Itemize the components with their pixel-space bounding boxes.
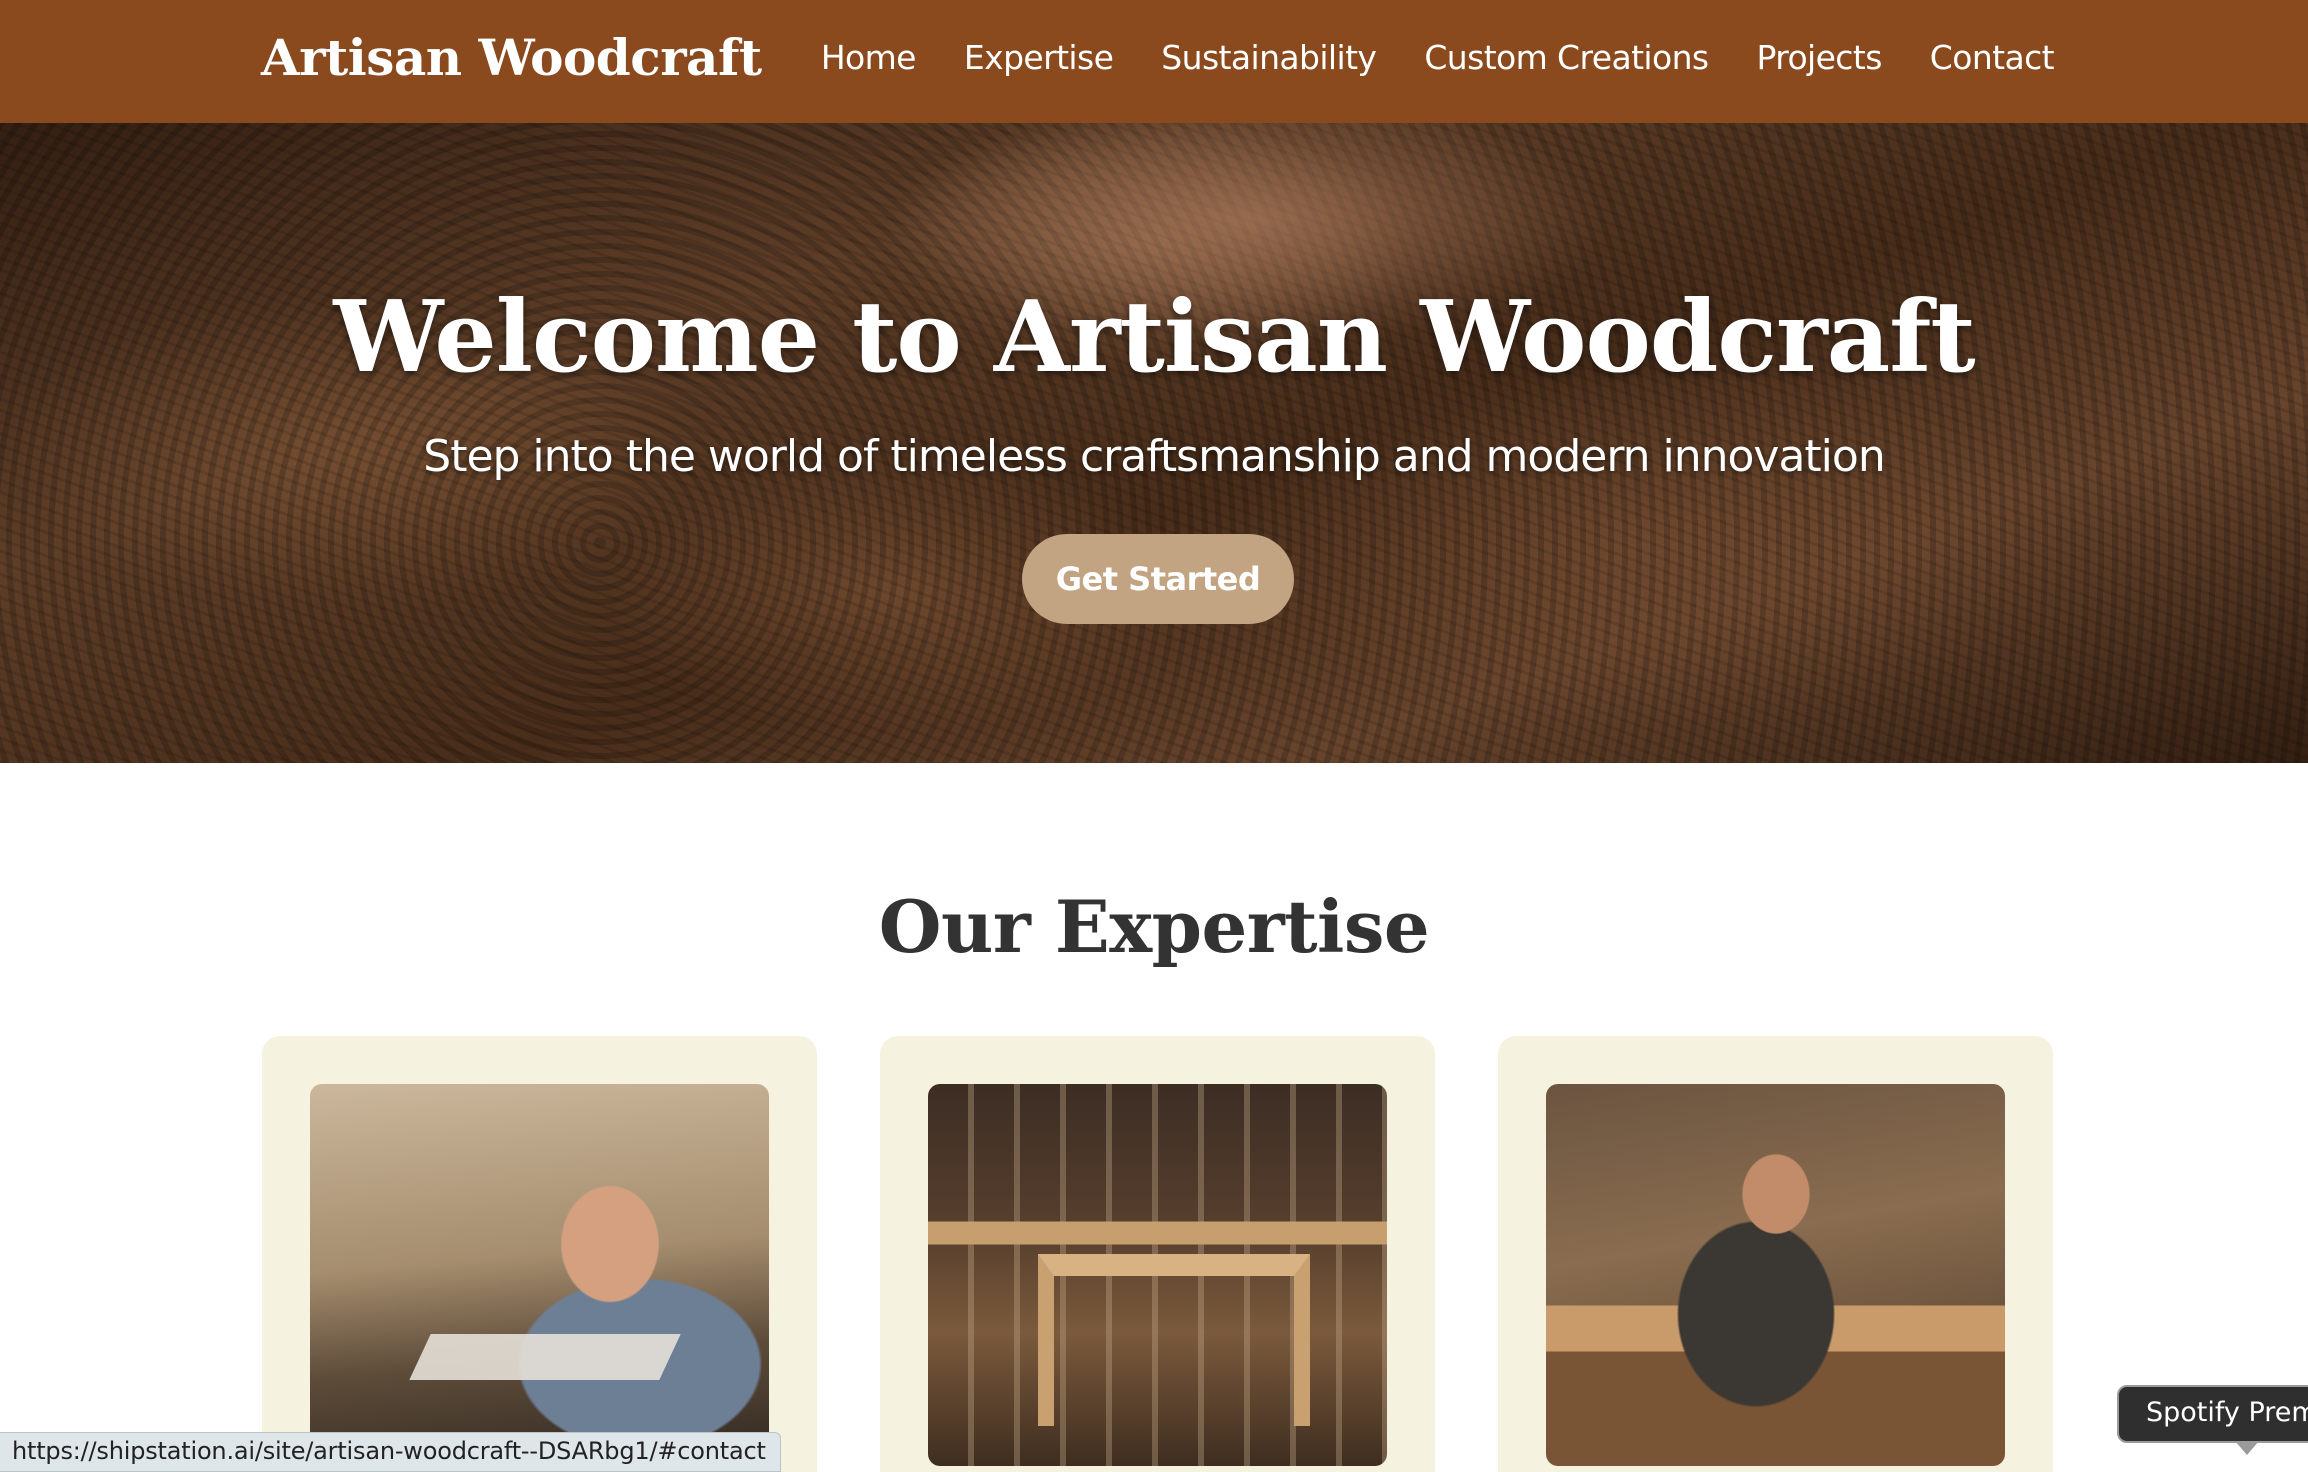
- spotify-tooltip: Spotify Premium: [2117, 1385, 2308, 1443]
- nav-list: Home Expertise Sustainability Custom Cre…: [821, 38, 2055, 77]
- nav-item-sustainability: Sustainability: [1161, 38, 1377, 77]
- nav-link-projects[interactable]: Projects: [1756, 38, 1882, 77]
- status-bar-url: https://shipstation.ai/site/artisan-wood…: [0, 1432, 781, 1472]
- site-logo[interactable]: Artisan Woodcraft: [261, 28, 762, 87]
- nav-link-expertise[interactable]: Expertise: [964, 38, 1114, 77]
- nav-item-contact: Contact: [1930, 38, 2055, 77]
- nav-item-projects: Projects: [1756, 38, 1882, 77]
- nav-link-contact[interactable]: Contact: [1930, 38, 2055, 77]
- expertise-title: Our Expertise: [878, 884, 1430, 969]
- site-header: Artisan Woodcraft Home Expertise Sustain…: [0, 0, 2308, 123]
- nav-link-home[interactable]: Home: [821, 38, 917, 77]
- woodworker-at-bench-image: [1546, 1084, 2005, 1466]
- expertise-card[interactable]: [880, 1036, 1435, 1472]
- nav-link-sustainability[interactable]: Sustainability: [1161, 38, 1377, 77]
- page: Artisan Woodcraft Home Expertise Sustain…: [0, 0, 2308, 1472]
- get-started-button[interactable]: Get Started: [1022, 534, 1294, 624]
- nav-item-home: Home: [821, 38, 917, 77]
- hero-subtitle: Step into the world of timeless craftsma…: [423, 431, 1885, 482]
- hero-section: Welcome to Artisan Woodcraft Step into t…: [0, 123, 2308, 763]
- nav-item-expertise: Expertise: [964, 38, 1114, 77]
- hero-title: Welcome to Artisan Woodcraft: [333, 280, 1975, 395]
- tooltip-arrow: [2235, 1441, 2259, 1455]
- workshop-workbench-image: [928, 1084, 1387, 1466]
- nav-item-custom-creations: Custom Creations: [1424, 38, 1709, 77]
- expertise-card[interactable]: [1498, 1036, 2053, 1472]
- expertise-card[interactable]: [262, 1036, 817, 1472]
- nav-link-custom-creations[interactable]: Custom Creations: [1424, 38, 1709, 77]
- carpenter-sanding-image: [310, 1084, 769, 1466]
